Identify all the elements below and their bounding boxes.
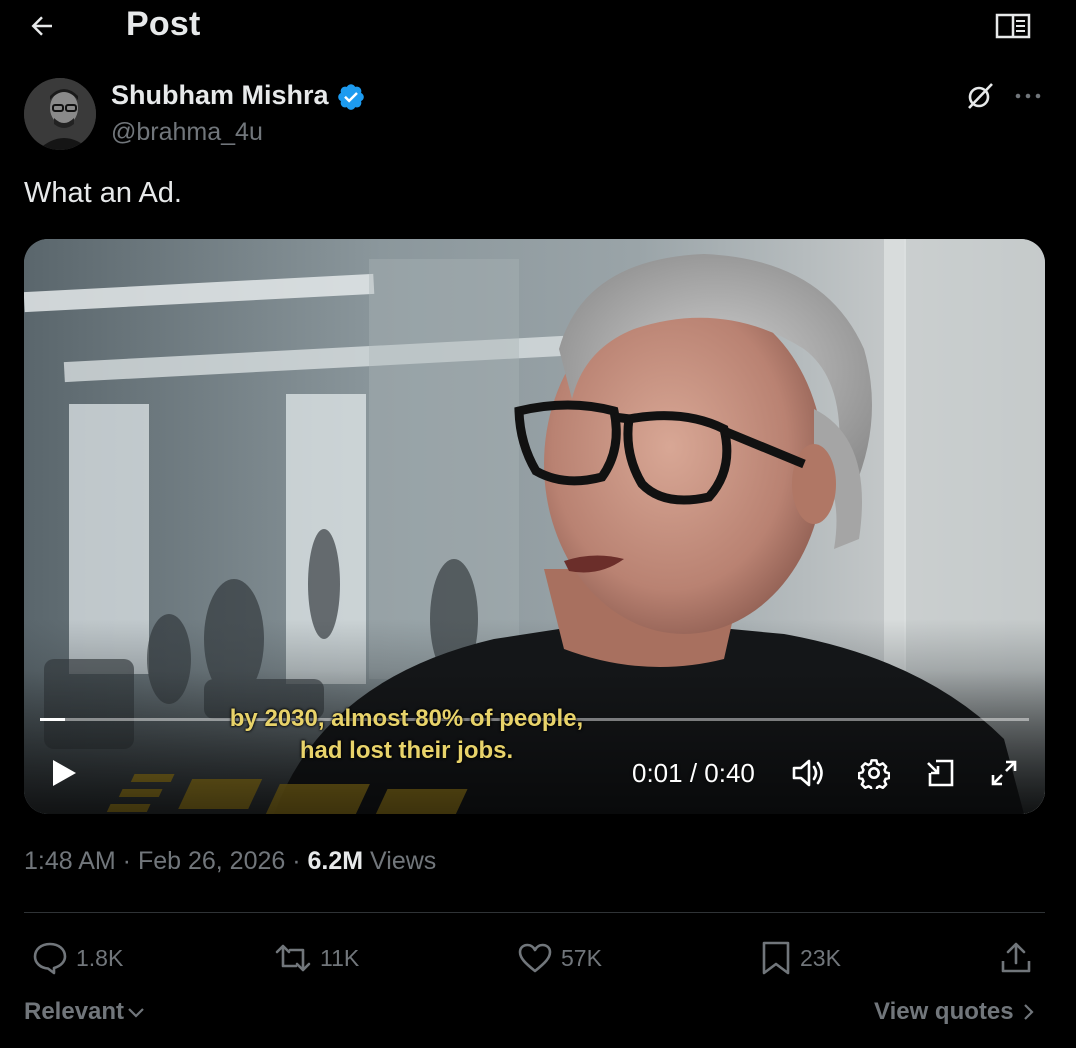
reply-icon [33, 942, 67, 975]
page-title: Post [126, 5, 201, 43]
views-count: 6.2M [307, 847, 364, 875]
bookmark-count: 23K [800, 944, 841, 971]
post-meta: 1:48 AM · Feb 26, 2026 · 6.2M Views [24, 847, 436, 876]
more-options-button[interactable] [1008, 78, 1048, 114]
book-open-icon [995, 13, 1031, 39]
sort-replies-dropdown[interactable]: Relevant [24, 998, 146, 1026]
action-bar: 1.8K 11K 57K 23K [24, 934, 1045, 984]
author-row: Shubham Mishra @brahma_4u [24, 78, 1054, 150]
view-quotes-label: View quotes [874, 998, 1014, 1025]
video-time: 0:01 / 0:40 [632, 758, 755, 788]
chevron-right-icon [1023, 1004, 1034, 1020]
reader-mode-button[interactable] [992, 8, 1034, 44]
volume-icon [792, 759, 823, 787]
divider [24, 912, 1045, 913]
chevron-down-icon [128, 1008, 144, 1018]
bookmark-icon [762, 941, 790, 975]
grok-button[interactable] [960, 78, 1000, 114]
volume-button[interactable] [789, 753, 829, 793]
video-player[interactable]: by 2030, almost 80% of people, had lost … [24, 239, 1045, 814]
views-label: Views [363, 847, 437, 875]
video-subtitle-line-1: by 2030, almost 80% of people, [229, 705, 584, 732]
like-count: 57K [561, 944, 602, 971]
back-button[interactable] [22, 6, 62, 46]
more-horizontal-icon [1015, 93, 1041, 99]
avatar[interactable] [24, 78, 96, 150]
author-handle[interactable]: @brahma_4u [111, 118, 263, 147]
fullscreen-icon [991, 760, 1017, 786]
share-button[interactable] [999, 934, 1033, 982]
play-button[interactable] [46, 755, 82, 791]
repost-count: 11K [320, 944, 360, 971]
bookmark-button[interactable]: 23K [760, 934, 841, 982]
top-bar: Post [0, 0, 1076, 52]
repost-icon [275, 944, 311, 972]
author-name[interactable]: Shubham Mishra [111, 80, 329, 111]
play-icon [53, 760, 76, 786]
pip-icon [927, 759, 954, 787]
share-icon [1001, 942, 1031, 973]
like-button[interactable]: 57K [517, 934, 602, 982]
verified-badge-icon [338, 84, 364, 110]
post-text: What an Ad. [24, 177, 182, 209]
settings-icon [858, 759, 890, 789]
heart-icon [518, 943, 552, 973]
fullscreen-button[interactable] [984, 753, 1024, 793]
reply-button[interactable]: 1.8K [32, 934, 123, 982]
settings-button[interactable] [854, 753, 894, 793]
sort-label: Relevant [24, 998, 125, 1025]
view-quotes-link[interactable]: View quotes [874, 998, 1038, 1026]
repost-button[interactable]: 11K [274, 934, 359, 982]
reply-count: 1.8K [76, 944, 124, 971]
arrow-left-icon [31, 16, 52, 36]
video-subtitle-line-2: had lost their jobs. [299, 737, 514, 764]
post-timestamp[interactable]: 1:48 AM · Feb 26, 2026 · [24, 847, 308, 875]
picture-in-picture-button[interactable] [920, 753, 960, 793]
grok-icon [968, 83, 993, 109]
